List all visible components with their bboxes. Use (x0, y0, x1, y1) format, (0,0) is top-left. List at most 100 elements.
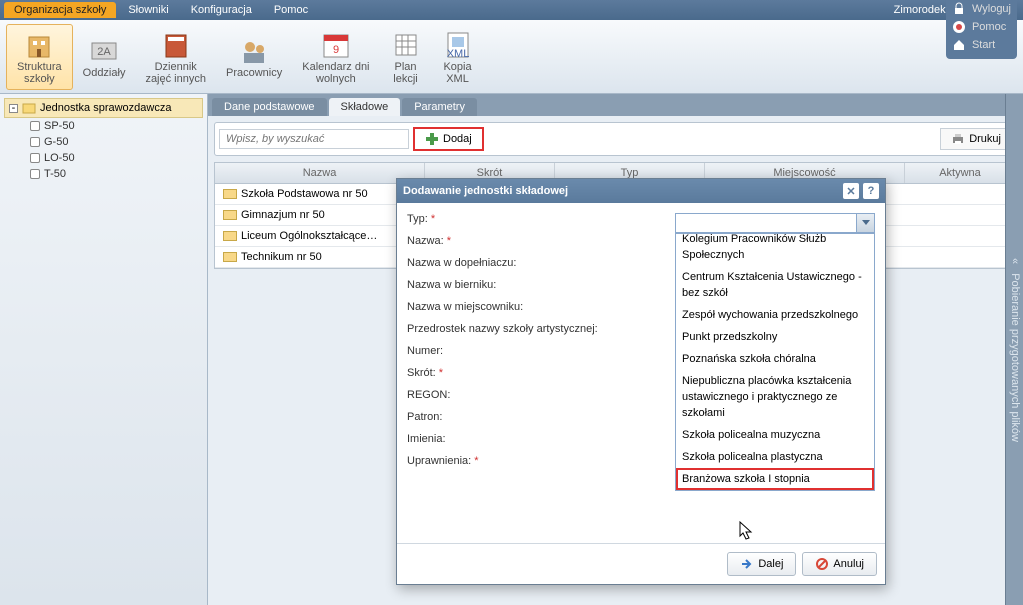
search-input[interactable] (219, 129, 409, 149)
row-icon (223, 252, 237, 262)
ribbon-label: Dziennik zajęć innych (145, 61, 206, 85)
dropdown-option[interactable]: Zespół wychowania przedszkolnego (676, 304, 874, 326)
tree-item[interactable]: LO-50 (4, 150, 203, 166)
sub-tabs: Dane podstawowe Składowe Parametry (208, 94, 1023, 116)
ribbon-dziennik[interactable]: Dziennik zajęć innych (135, 25, 216, 89)
collapse-icon[interactable]: - (9, 104, 18, 113)
field-uprawnienia: Uprawnienia: * (407, 455, 665, 467)
row-icon (223, 210, 237, 220)
typ-dropdown: Kolegium Pracowników Służb Społecznych C… (675, 213, 875, 533)
dropdown-option[interactable]: Centrum Kształcenia Ustawicznego - bez s… (676, 266, 874, 304)
field-przedrostek: Przedrostek nazwy szkoły artystycznej: (407, 323, 665, 335)
tree-item[interactable]: G-50 (4, 134, 203, 150)
tab-parametry[interactable]: Parametry (402, 98, 477, 116)
modal-body: Typ: * Nazwa: * Nazwa w dopełniaczu: Naz… (397, 203, 885, 543)
row-icon (223, 189, 237, 199)
cell-value: Liceum Ogólnokształcące… (241, 230, 377, 242)
modal-header[interactable]: Dodawanie jednostki składowej ✕ ? (397, 179, 885, 203)
dropdown-option[interactable]: Niepubliczna placówka kształcenia ustawi… (676, 370, 874, 424)
class-icon: 2A (88, 35, 120, 67)
dropdown-input[interactable] (675, 213, 875, 233)
start-link[interactable]: Start (952, 38, 1011, 52)
ribbon-kopia-xml[interactable]: XML Kopia XML (432, 25, 484, 89)
plus-icon (425, 132, 439, 146)
help-link[interactable]: Pomoc (952, 20, 1011, 34)
schedule-icon (390, 29, 422, 61)
arrow-right-icon (740, 557, 754, 571)
right-collapsed-panel[interactable]: « Pobieranie przygotowanych plików (1005, 94, 1023, 605)
cancel-button[interactable]: Anuluj (802, 552, 877, 576)
page-icon (30, 153, 40, 163)
ribbon-label: Struktura szkoły (17, 61, 62, 85)
ribbon-plan[interactable]: Plan lekcji (380, 25, 432, 89)
cell-value: Gimnazjum nr 50 (241, 209, 325, 221)
svg-text:XML: XML (446, 48, 469, 60)
col-header[interactable]: Aktywna (905, 163, 1016, 183)
tree-item[interactable]: SP-50 (4, 118, 203, 134)
modal-title: Dodawanie jednostki składowej (403, 185, 839, 197)
field-patron: Patron: (407, 411, 665, 423)
modal-dialog: Dodawanie jednostki składowej ✕ ? Typ: *… (396, 178, 886, 585)
field-typ: Typ: * (407, 213, 665, 225)
tab-dane-podstawowe[interactable]: Dane podstawowe (212, 98, 327, 116)
dropdown-option[interactable]: Szkoła policealna plastyczna (676, 446, 874, 468)
ribbon: Struktura szkoły 2A Oddziały Dziennik za… (0, 20, 1023, 94)
dropdown-option[interactable]: Punkt przedszkolny (676, 326, 874, 348)
page-icon (30, 121, 40, 131)
ribbon-oddzialy[interactable]: 2A Oddziały (73, 31, 136, 83)
modal-footer: Dalej Anuluj (397, 543, 885, 584)
lock-icon (952, 2, 966, 16)
dropdown-option[interactable]: Branżowa szkoła I stopnia (676, 468, 874, 490)
field-numer: Numer: (407, 345, 665, 357)
svg-text:2A: 2A (97, 46, 111, 58)
cell-value: Szkoła Podstawowa nr 50 (241, 188, 368, 200)
building-icon (23, 29, 55, 61)
close-icon[interactable]: ✕ (843, 183, 859, 199)
field-regon: REGON: (407, 389, 665, 401)
tree-item[interactable]: T-50 (4, 166, 203, 182)
field-nazwa: Nazwa: * (407, 235, 665, 247)
tree-root[interactable]: - Jednostka sprawozdawcza (4, 98, 203, 118)
menu-tab-slowniki[interactable]: Słowniki (118, 2, 178, 18)
tree-root-label: Jednostka sprawozdawcza (40, 102, 171, 114)
col-header[interactable]: Nazwa (215, 163, 425, 183)
ribbon-struktura[interactable]: Struktura szkoły (6, 24, 73, 90)
ribbon-pracownicy[interactable]: Pracownicy (216, 31, 292, 83)
xml-icon: XML (442, 29, 474, 61)
people-icon (238, 35, 270, 67)
next-button[interactable]: Dalej (727, 552, 796, 576)
tree-item-label: LO-50 (44, 152, 75, 164)
modal-form: Typ: * Nazwa: * Nazwa w dopełniaczu: Naz… (407, 213, 665, 533)
ribbon-label: Plan lekcji (393, 61, 417, 85)
folder-icon (22, 101, 36, 115)
dropdown-list[interactable]: Kolegium Pracowników Służb Społecznych C… (675, 233, 875, 491)
print-button-label: Drukuj (969, 133, 1001, 145)
tab-skladowe[interactable]: Składowe (329, 98, 401, 116)
cancel-icon (815, 557, 829, 571)
print-button[interactable]: Drukuj (940, 128, 1012, 150)
tree-item-label: G-50 (44, 136, 68, 148)
logout-link[interactable]: Wyloguj (952, 2, 1011, 16)
menu-tab-pomoc[interactable]: Pomoc (264, 2, 318, 18)
dropdown-option[interactable]: Kolegium Pracowników Służb Społecznych (676, 233, 874, 266)
tree-item-label: T-50 (44, 168, 66, 180)
top-menu-bar: Organizacja szkoły Słowniki Konfiguracja… (0, 0, 1023, 20)
dropdown-option[interactable]: Szkoła policealna muzyczna (676, 424, 874, 446)
link-label: Wyloguj (972, 3, 1011, 15)
add-button[interactable]: Dodaj (413, 127, 484, 151)
page-icon (30, 137, 40, 147)
field-nazwa-dop: Nazwa w dopełniaczu: (407, 257, 665, 269)
add-button-label: Dodaj (443, 133, 472, 145)
dropdown-option[interactable]: Poznańska szkoła chóralna (676, 348, 874, 370)
button-label: Dalej (758, 558, 783, 570)
button-label: Anuluj (833, 558, 864, 570)
help-icon[interactable]: ? (863, 183, 879, 199)
chevron-down-icon[interactable] (856, 214, 874, 232)
menu-tab-konfiguracja[interactable]: Konfiguracja (181, 2, 262, 18)
ribbon-label: Kopia XML (443, 61, 471, 85)
menu-tab-organizacja[interactable]: Organizacja szkoły (4, 2, 116, 18)
home-icon (952, 38, 966, 52)
ribbon-label: Pracownicy (226, 67, 282, 79)
ribbon-kalendarz[interactable]: 9 Kalendarz dni wolnych (292, 25, 379, 89)
calendar-icon: 9 (320, 29, 352, 61)
